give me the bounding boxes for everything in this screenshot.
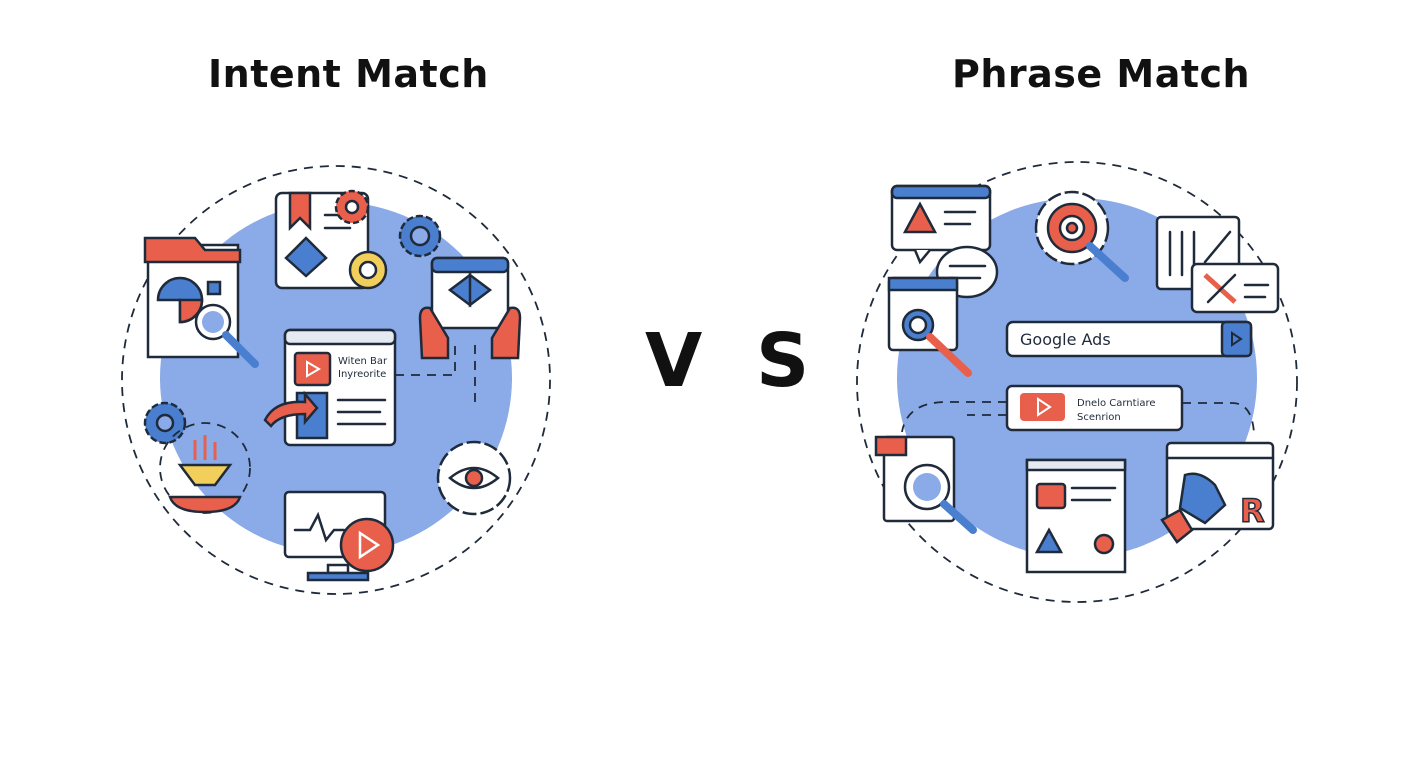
r-letter-logo: R [1240, 492, 1265, 530]
card-text: Inyreorite [338, 369, 386, 380]
intent-match-illustration: Witen Bar Inyreorite [121, 165, 551, 595]
monitor-video-icon [283, 490, 395, 582]
phrase-match-illustration: Google Ads Dnelo Carntiare Scenrion R [856, 161, 1298, 603]
card-text: Witen Bar [338, 356, 388, 367]
video-card: Dnelo Carntiare Scenrion [1005, 384, 1184, 432]
document-icon [1025, 458, 1127, 574]
gear-icon [143, 401, 187, 445]
analytics-document-icon [143, 236, 259, 368]
tools-bubble-icon [1190, 262, 1280, 314]
hand-cursor-window-icon: R [1160, 441, 1275, 544]
gear-icon [334, 189, 370, 225]
illustration: Witen Bar Inyreorite Google Ads Dnelo Ca… [121, 161, 1298, 603]
gear-icon [398, 214, 442, 258]
video-content-card: Witen Bar Inyreorite [263, 328, 397, 447]
search-input-value: Google Ads [1020, 330, 1111, 349]
card-text: Scenrion [1077, 412, 1121, 423]
eye-gear-icon [436, 440, 512, 516]
search-bar[interactable]: Google Ads [1005, 320, 1253, 358]
card-text: Dnelo Carntiare [1077, 398, 1156, 409]
